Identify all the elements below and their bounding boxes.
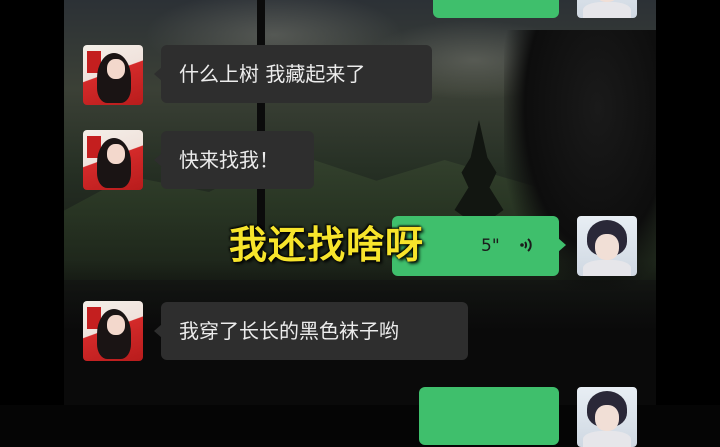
message-text: 快来找我！ xyxy=(179,148,279,172)
left-letterbox xyxy=(0,0,64,405)
message-text: 我穿了长长的黑色袜子哟 xyxy=(179,319,399,343)
contact-avatar[interactable] xyxy=(83,45,143,105)
self-avatar[interactable] xyxy=(577,0,637,18)
video-caption: 我还找啥呀 xyxy=(229,223,425,267)
message-text: 什么上树 我藏起来了 xyxy=(179,62,366,86)
contact-avatar[interactable] xyxy=(83,301,143,361)
incoming-message-bubble[interactable]: 快来找我！ xyxy=(154,131,314,189)
self-avatar[interactable] xyxy=(577,216,637,276)
outgoing-bubble-partial-bottom[interactable] xyxy=(419,387,559,445)
contact-avatar[interactable] xyxy=(83,130,143,190)
voice-wave-icon xyxy=(516,235,536,255)
voice-duration: 5" xyxy=(481,236,500,256)
incoming-message-bubble[interactable]: 我穿了长长的黑色袜子哟 xyxy=(154,302,468,360)
outgoing-bubble-partial-top[interactable] xyxy=(433,0,559,18)
right-letterbox xyxy=(656,0,720,405)
incoming-message-bubble[interactable]: 什么上树 我藏起来了 xyxy=(154,45,432,103)
self-avatar[interactable] xyxy=(577,387,637,447)
